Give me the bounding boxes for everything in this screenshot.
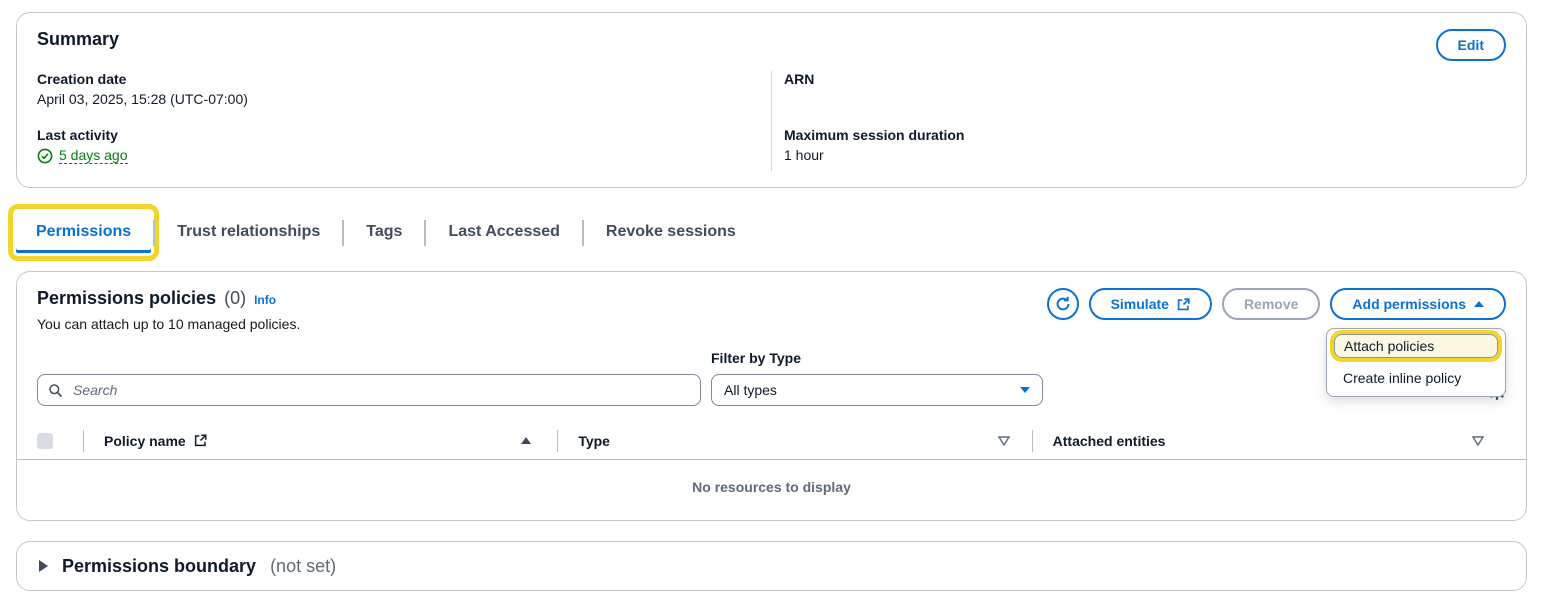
policies-table: Policy name Type [17,422,1526,520]
iam-role-details-page: Summary Edit Creation date April 03, 202… [0,0,1543,597]
type-filter-group: Filter by Type All types [711,350,1043,406]
filter-row: Filter by Type All types ‹ 1 › [37,350,1506,406]
info-link[interactable]: Info [254,293,276,307]
policies-count: (0) [224,288,246,309]
max-session-label: Maximum session duration [784,127,1506,143]
arn-label: ARN [784,71,1506,87]
tab-revoke-sessions[interactable]: Revoke sessions [586,212,756,253]
empty-state-message: No resources to display [17,460,1526,520]
chevron-down-icon [1020,387,1030,393]
type-header-label: Type [578,433,610,449]
add-permissions-button[interactable]: Add permissions [1330,288,1506,320]
summary-right-column: ARN Maximum session duration 1 hour [771,71,1506,171]
creation-date-label: Creation date [37,71,771,87]
policies-header: Permissions policies (0) Info You can at… [37,288,1506,332]
column-header-policy-name[interactable]: Policy name [84,433,557,449]
arn-field: ARN [784,71,1506,87]
column-header-type[interactable]: Type [558,433,1031,449]
policies-subtitle: You can attach up to 10 managed policies… [37,316,300,332]
last-activity-row: 5 days ago [37,147,771,164]
sort-ascending-icon [521,437,531,444]
menu-item-attach-policies[interactable]: Attach policies [1334,334,1498,358]
external-link-icon [1177,298,1190,311]
add-permissions-menu: Attach policies Create inline policy [1326,328,1506,397]
table-header-row: Policy name Type [17,422,1526,460]
policies-actions: Simulate Remove Add permissions Attach p… [1047,288,1506,320]
last-activity-field: Last activity 5 days ago [37,127,771,164]
refresh-button[interactable] [1047,288,1079,320]
summary-grid: Creation date April 03, 2025, 15:28 (UTC… [37,71,1506,171]
tab-trust-relationships[interactable]: Trust relationships [157,212,340,253]
role-tabs: Permissions Trust relationships Tags Las… [16,212,1527,253]
policy-name-header-label: Policy name [104,433,186,449]
max-session-field: Maximum session duration 1 hour [784,127,1506,163]
policies-title-block: Permissions policies (0) Info You can at… [37,288,300,332]
tab-divider [153,220,155,246]
last-activity-link[interactable]: 5 days ago [59,147,128,164]
simulate-label: Simulate [1111,296,1169,312]
policies-title: Permissions policies [37,288,216,309]
chevron-up-icon [1474,301,1484,307]
filter-down-icon [998,436,1010,446]
tab-permissions[interactable]: Permissions [16,212,151,253]
select-all-checkbox[interactable] [37,433,53,449]
boundary-title: Permissions boundary [62,556,256,577]
boundary-status: (not set) [270,556,336,577]
search-box [37,374,701,406]
tab-last-accessed[interactable]: Last Accessed [428,212,579,253]
summary-header: Summary Edit [37,29,1506,61]
tab-divider [424,220,426,246]
refresh-icon [1055,296,1071,312]
check-circle-icon [37,148,53,164]
edit-button[interactable]: Edit [1436,29,1506,61]
remove-button[interactable]: Remove [1222,288,1320,320]
simulate-button[interactable]: Simulate [1089,288,1212,320]
search-input[interactable] [71,381,690,399]
last-activity-label: Last activity [37,127,771,143]
policies-inner: Permissions policies (0) Info You can at… [17,288,1526,520]
tab-divider [582,220,584,246]
policies-title-line: Permissions policies (0) Info [37,288,300,309]
creation-date-field: Creation date April 03, 2025, 15:28 (UTC… [37,71,771,107]
permissions-policies-card: Permissions policies (0) Info You can at… [16,271,1527,521]
summary-title: Summary [37,29,119,50]
add-permissions-label: Add permissions [1352,296,1466,312]
expand-right-icon[interactable] [39,560,48,572]
max-session-value: 1 hour [784,147,1506,163]
search-icon [48,383,63,398]
attached-entities-header-label: Attached entities [1053,433,1166,449]
permissions-boundary-card[interactable]: Permissions boundary (not set) [16,541,1527,591]
tab-divider [342,220,344,246]
summary-card: Summary Edit Creation date April 03, 202… [16,12,1527,188]
column-header-attached-entities[interactable]: Attached entities [1033,433,1506,449]
type-filter-value: All types [724,382,777,398]
select-all-cell [37,433,83,449]
menu-item-create-inline-policy[interactable]: Create inline policy [1327,365,1505,391]
tab-tags[interactable]: Tags [346,212,422,253]
summary-left-column: Creation date April 03, 2025, 15:28 (UTC… [37,71,771,171]
type-filter-label: Filter by Type [711,350,1043,366]
external-link-icon [194,434,207,447]
filter-down-icon [1472,436,1484,446]
creation-date-value: April 03, 2025, 15:28 (UTC-07:00) [37,91,771,107]
type-filter-select[interactable]: All types [711,374,1043,406]
